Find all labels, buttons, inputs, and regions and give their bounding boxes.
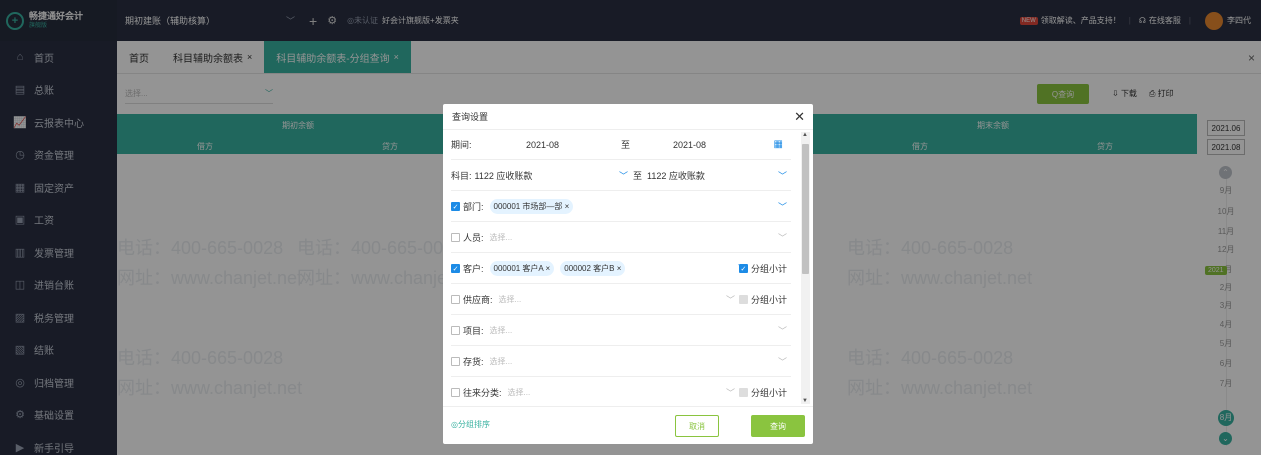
dialog-title: 查询设置 — [452, 112, 489, 122]
department-checkbox[interactable]: ✓ — [451, 202, 460, 211]
contact-category-row: 往来分类: 选择... ﹀ 分组小计 — [451, 378, 791, 406]
scrollbar[interactable]: ▲ ▼ — [801, 132, 810, 404]
close-icon[interactable]: ✕ — [794, 109, 805, 125]
project-label: 项目: — [463, 326, 484, 336]
group-sort-link[interactable]: ◎分组排序 — [451, 419, 490, 430]
supplier-checkbox[interactable] — [451, 295, 460, 304]
customer-label: 客户: — [463, 264, 484, 274]
project-placeholder[interactable]: 选择... — [490, 325, 513, 336]
contact-subtotal-checkbox[interactable] — [738, 388, 748, 397]
cancel-button[interactable]: 取消 — [675, 415, 719, 437]
customer-tag[interactable]: 000002 客户B × — [560, 261, 626, 276]
customer-subtotal-checkbox[interactable]: ✓ — [738, 264, 748, 273]
department-label: 部门: — [463, 202, 484, 212]
chevron-down-icon[interactable]: ﹀ — [726, 293, 735, 306]
query-settings-dialog: 查询设置 ✕ 期间: 2021-08 至 2021-08 ▦ 科目: 1122 … — [443, 104, 813, 444]
period-from[interactable]: 2021-08 — [526, 140, 559, 150]
chevron-down-icon[interactable]: ﹀ — [619, 169, 628, 182]
scroll-down-icon[interactable]: ▼ — [802, 398, 808, 404]
project-checkbox[interactable] — [451, 326, 460, 335]
subtotal-label: 分组小计 — [750, 388, 787, 398]
stock-label: 存货: — [463, 357, 484, 367]
stock-checkbox[interactable] — [451, 357, 460, 366]
subtotal-label: 分组小计 — [750, 264, 787, 274]
customer-checkbox[interactable]: ✓ — [451, 264, 460, 273]
staff-placeholder[interactable]: 选择... — [490, 232, 513, 243]
chevron-down-icon[interactable]: ﹀ — [778, 324, 787, 337]
supplier-row: 供应商: 选择... ﹀ 分组小计 — [451, 285, 791, 315]
tag-text: 000002 客户B — [564, 264, 615, 273]
period-row: 期间: 2021-08 至 2021-08 ▦ — [451, 130, 791, 160]
department-tag[interactable]: 000001 市场部—部 × — [489, 199, 574, 214]
customer-row: ✓ 客户: 000001 客户A × 000002 客户B × ﹀ ✓ 分组小计 — [451, 254, 791, 284]
dialog-footer: ◎分组排序 取消 查询 — [443, 406, 813, 444]
chevron-down-icon[interactable]: ﹀ — [778, 200, 787, 213]
stock-placeholder[interactable]: 选择... — [490, 356, 513, 367]
chevron-down-icon[interactable]: ﹀ — [726, 386, 735, 399]
period-to[interactable]: 2021-08 — [673, 140, 706, 150]
project-row: 项目: 选择... ﹀ — [451, 316, 791, 346]
supplier-label: 供应商: — [463, 295, 493, 305]
dialog-body: 期间: 2021-08 至 2021-08 ▦ 科目: 1122 应收账款 ﹀ … — [443, 130, 800, 406]
period-to-label: 至 — [621, 140, 631, 150]
contact-label: 往来分类: — [463, 388, 502, 398]
chevron-down-icon[interactable]: ﹀ — [778, 169, 787, 182]
staff-checkbox[interactable] — [451, 233, 460, 242]
period-label: 期间: — [451, 140, 472, 150]
tag-text: 000001 客户A — [493, 264, 544, 273]
subject-from[interactable]: 1122 应收账款 — [475, 169, 533, 182]
subject-to[interactable]: 1122 应收账款 — [647, 169, 705, 182]
supplier-placeholder[interactable]: 选择... — [499, 294, 522, 305]
dialog-header: 查询设置 ✕ — [443, 104, 813, 130]
stock-row: 存货: 选择... ﹀ — [451, 347, 791, 377]
scrollbar-thumb[interactable] — [802, 144, 809, 274]
supplier-subtotal-checkbox[interactable] — [738, 295, 748, 304]
contact-placeholder[interactable]: 选择... — [508, 387, 531, 398]
scroll-up-icon[interactable]: ▲ — [802, 132, 808, 138]
chevron-down-icon[interactable]: ﹀ — [778, 355, 787, 368]
subtotal-label: 分组小计 — [750, 295, 787, 305]
chevron-down-icon[interactable]: ﹀ — [778, 231, 787, 244]
contact-checkbox[interactable] — [451, 388, 460, 397]
calendar-icon[interactable]: ▦ — [774, 139, 783, 150]
subject-label: 科目: — [451, 171, 472, 181]
customer-tag[interactable]: 000001 客户A × — [489, 261, 555, 276]
subject-row: 科目: 1122 应收账款 ﹀ 至 1122 应收账款 ﹀ — [451, 161, 791, 191]
staff-label: 人员: — [463, 233, 484, 243]
subject-to-label: 至 — [633, 171, 643, 181]
query-confirm-button[interactable]: 查询 — [751, 415, 805, 437]
tag-text: 000001 市场部—部 — [493, 202, 563, 211]
staff-row: 人员: 选择... ﹀ — [451, 223, 791, 253]
department-row: ✓ 部门: 000001 市场部—部 × ﹀ — [451, 192, 791, 222]
